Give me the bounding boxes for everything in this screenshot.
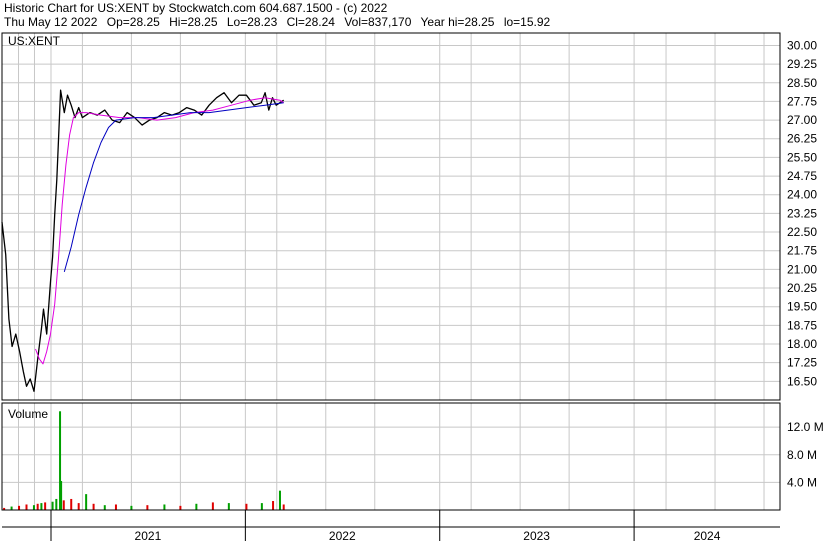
volume-bar bbox=[70, 498, 73, 510]
ma_long-line bbox=[63, 102, 284, 273]
volume-bars bbox=[3, 411, 285, 510]
price-tick-label: 18.75 bbox=[787, 318, 817, 332]
price-tick-label: 24.00 bbox=[787, 188, 817, 202]
price-tick-label: 16.50 bbox=[787, 374, 817, 388]
volume-bar bbox=[10, 506, 13, 510]
volume-bar bbox=[163, 504, 166, 510]
price-tick-label: 22.50 bbox=[787, 225, 817, 239]
volume-label: Volume bbox=[8, 407, 48, 421]
volume-panel-border bbox=[1, 402, 781, 511]
volume-bar bbox=[51, 501, 54, 510]
volume-tick-label: 4.0 M bbox=[787, 475, 817, 489]
price-tick-label: 19.50 bbox=[787, 300, 817, 314]
volume-bar bbox=[103, 505, 106, 510]
price-tick-label: 27.00 bbox=[787, 113, 817, 127]
volume-bar bbox=[211, 502, 214, 510]
volume-bar bbox=[40, 503, 43, 510]
volume-bar bbox=[44, 502, 47, 510]
volume-bar bbox=[25, 504, 28, 510]
price-tick-label: 17.25 bbox=[787, 356, 817, 370]
volume-tick-label: 12.0 M bbox=[787, 420, 824, 434]
year-label: 2021 bbox=[135, 529, 162, 543]
price-tick-label: 21.00 bbox=[787, 262, 817, 276]
price-tick-label: 20.25 bbox=[787, 281, 817, 295]
price-tick-label: 30.00 bbox=[787, 38, 817, 52]
volume-bar bbox=[282, 504, 285, 510]
volume-bar bbox=[18, 505, 21, 510]
volume-bar bbox=[36, 503, 39, 510]
price-tick-label: 18.00 bbox=[787, 337, 817, 351]
volume-bar bbox=[227, 503, 230, 510]
volume-bar bbox=[146, 505, 149, 510]
price-line bbox=[1, 89, 285, 392]
volume-bar bbox=[32, 505, 35, 510]
stock-chart: 16.50 17.25 18.00 18.75 19.50 20.25 21.00 21.75… bbox=[1, 32, 824, 543]
chart-frame bbox=[1, 32, 781, 541]
volume-bar bbox=[62, 500, 65, 510]
volume-bar bbox=[85, 494, 88, 510]
volume-bar bbox=[114, 504, 117, 510]
price-panel-border bbox=[1, 32, 781, 401]
volume-bar bbox=[195, 503, 198, 510]
volume-bar bbox=[272, 501, 275, 510]
volume-bar bbox=[278, 490, 281, 510]
volume-bar bbox=[92, 503, 95, 510]
volume-bar bbox=[77, 503, 80, 510]
price-tick-label: 25.50 bbox=[787, 150, 817, 164]
axis-labels: 16.50 17.25 18.00 18.75 19.50 20.25 21.00 21.75… bbox=[135, 38, 824, 543]
volume-bar bbox=[55, 498, 58, 510]
grid-lines bbox=[2, 33, 780, 510]
price-tick-label: 28.50 bbox=[787, 76, 817, 90]
price-tick-label: 24.75 bbox=[787, 169, 817, 183]
price-tick-label: 29.25 bbox=[787, 57, 817, 71]
price-tick-label: 27.75 bbox=[787, 94, 817, 108]
volume-bar bbox=[179, 505, 182, 510]
volume-bar bbox=[260, 503, 263, 510]
year-label: 2022 bbox=[329, 529, 356, 543]
volume-bar bbox=[130, 505, 133, 510]
volume-bar bbox=[60, 481, 63, 510]
year-label: 2023 bbox=[523, 529, 550, 543]
volume-tick-label: 8.0 M bbox=[787, 448, 817, 462]
symbol-label: US:XENT bbox=[8, 34, 61, 48]
price-tick-label: 23.25 bbox=[787, 206, 817, 220]
volume-bar bbox=[245, 503, 248, 510]
year-label: 2024 bbox=[694, 529, 721, 543]
price-tick-label: 26.25 bbox=[787, 132, 817, 146]
price-tick-label: 21.75 bbox=[787, 244, 817, 258]
ma_short-line bbox=[35, 97, 284, 365]
price-series bbox=[1, 89, 285, 392]
